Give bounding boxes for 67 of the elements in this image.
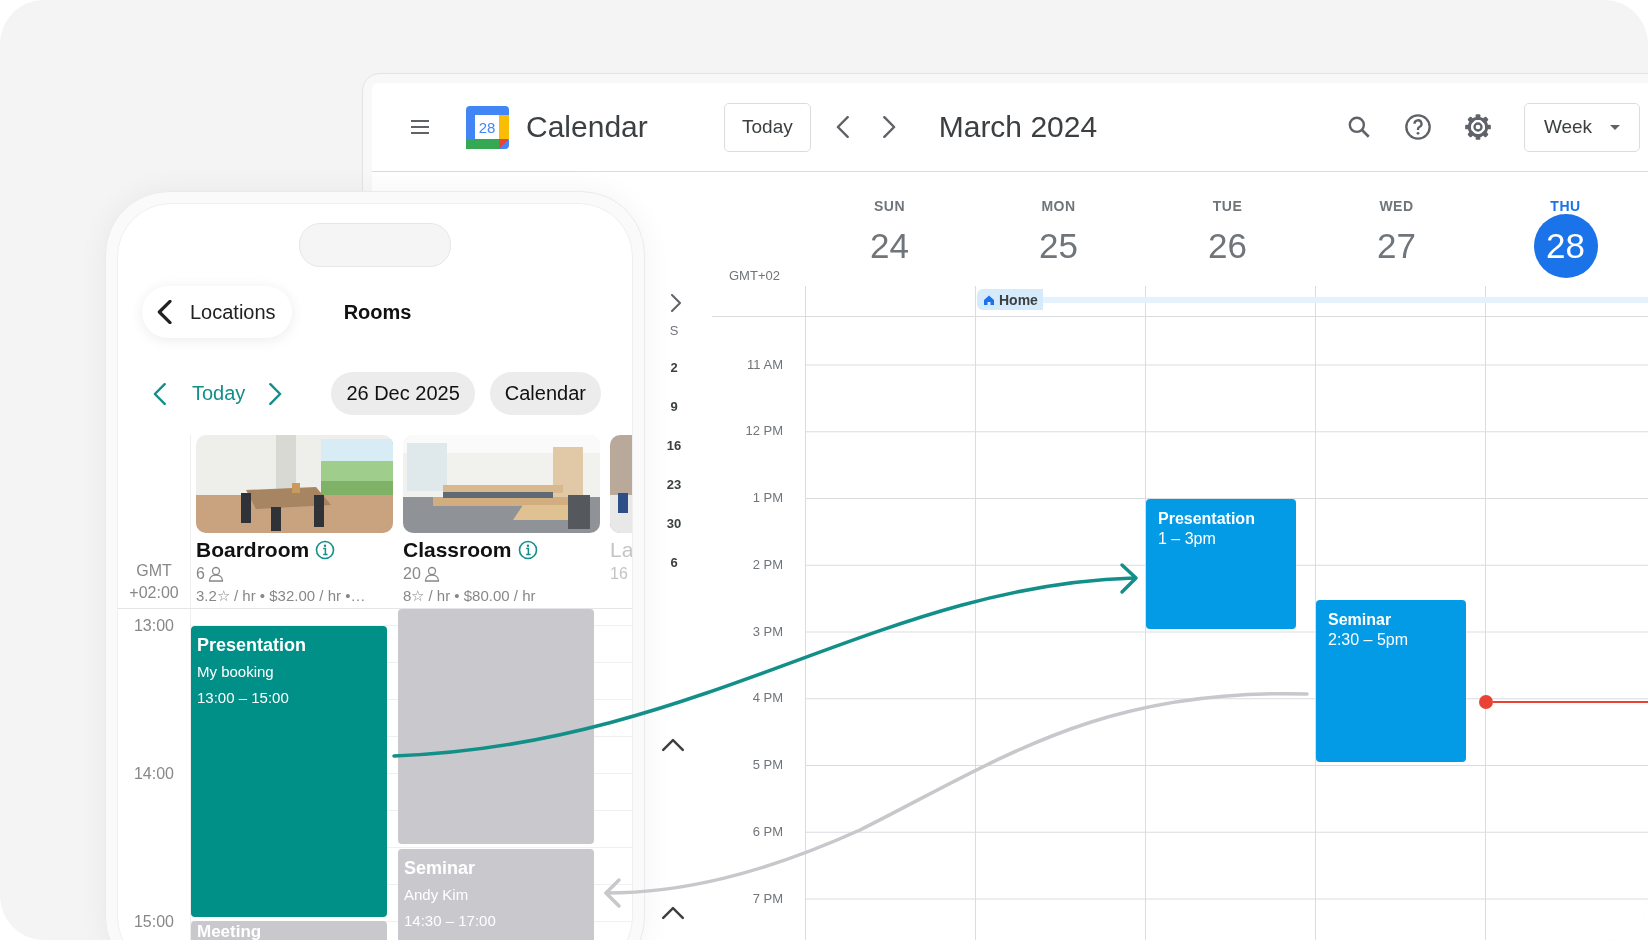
- hour-label: 1 PM: [751, 489, 784, 508]
- date-chip[interactable]: 26 Dec 2025: [331, 372, 475, 415]
- help-icon[interactable]: [1404, 113, 1432, 141]
- event-subtitle: My booking: [197, 662, 275, 682]
- day-number[interactable]: 25: [1026, 214, 1091, 278]
- room-price: 8☆ / hr • $80.00 / hr: [403, 586, 537, 606]
- mini-calendar-date[interactable]: 16: [662, 426, 686, 465]
- weekday-label: SUN: [873, 198, 906, 214]
- hour-label: 4 PM: [751, 689, 784, 708]
- hour-label: 6 PM: [751, 822, 784, 841]
- room-capacity: 16: [610, 565, 628, 583]
- person-icon: [423, 566, 440, 582]
- room-name: Boardroom: [196, 538, 310, 562]
- event-time: 1 – 3pm: [1158, 529, 1217, 549]
- weekday-label: THU: [1550, 198, 1581, 214]
- event-time: 13:00 – 15:00: [197, 688, 290, 708]
- hour-label: 15:00: [133, 912, 174, 932]
- day-number[interactable]: 27: [1364, 214, 1429, 278]
- hour-label: 2 PM: [751, 555, 784, 574]
- timezone-label: GMT+02: [728, 268, 780, 285]
- hour-label: 5 PM: [751, 756, 784, 775]
- today-link[interactable]: Today: [192, 382, 246, 405]
- room-name: Classroom: [403, 538, 512, 562]
- room-price: 3.2☆ / hr • $32.00 / hr •…: [196, 586, 367, 606]
- screen-title: Rooms: [343, 300, 412, 324]
- mini-calendar-date[interactable]: 9: [662, 387, 686, 426]
- day-number[interactable]: 28: [1533, 214, 1598, 278]
- event-time: 2:30 – 5pm: [1328, 630, 1410, 650]
- calendar-logo-icon: 28: [465, 104, 510, 150]
- mini-calendar-weekday: S: [668, 321, 680, 340]
- info-icon[interactable]: [517, 540, 538, 560]
- booking-event[interactable]: Presentation My booking 13:00 – 15:00: [191, 626, 387, 917]
- event-title: Seminar: [1328, 610, 1393, 630]
- hour-label: 7 PM: [751, 889, 784, 908]
- app-title: Calendar: [526, 110, 649, 144]
- hour-label: 14:00: [133, 764, 174, 784]
- calendar-chip[interactable]: Calendar: [489, 372, 601, 415]
- event-title: Presentation: [197, 634, 308, 656]
- timezone-label: GMT +02:00: [128, 561, 180, 603]
- event-title: Presentation: [1158, 509, 1256, 529]
- room-capacity: 6: [196, 565, 205, 583]
- search-icon[interactable]: [1346, 114, 1372, 140]
- today-button[interactable]: Today: [724, 102, 811, 152]
- back-button[interactable]: Locations: [142, 286, 292, 338]
- current-period: March 2024: [938, 110, 1098, 144]
- all-day-event[interactable]: Home: [977, 289, 1648, 310]
- mini-calendar-date[interactable]: 2: [662, 348, 686, 387]
- hour-label: 11 AM: [746, 355, 784, 374]
- hour-label: 3 PM: [751, 622, 784, 641]
- day-number[interactable]: 24: [857, 214, 922, 278]
- weekday-label: WED: [1379, 198, 1414, 214]
- hour-label: 12 PM: [744, 422, 784, 441]
- day-number[interactable]: 26: [1195, 214, 1260, 278]
- person-icon: [207, 566, 224, 582]
- weekday-label: TUE: [1212, 198, 1243, 214]
- mini-calendar-date[interactable]: 6: [662, 543, 686, 582]
- mini-calendar-date[interactable]: 30: [662, 504, 686, 543]
- settings-icon[interactable]: [1464, 113, 1492, 141]
- mini-calendar-date[interactable]: 23: [662, 465, 686, 504]
- caret-icon: [1610, 124, 1621, 130]
- home-icon: [983, 293, 995, 306]
- info-icon[interactable]: [315, 540, 336, 560]
- weekday-label: MON: [1041, 198, 1076, 214]
- room-capacity: 20: [403, 565, 421, 583]
- event-title: Home: [999, 291, 1038, 308]
- hour-label: 13:00: [133, 616, 174, 636]
- view-dropdown[interactable]: Week: [1524, 102, 1640, 152]
